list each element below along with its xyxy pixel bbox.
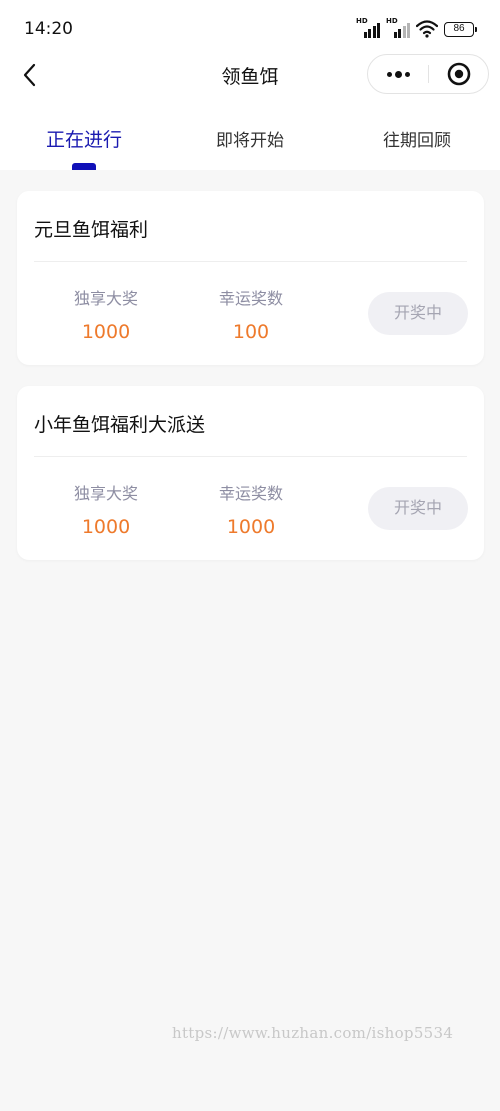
- stat-label: 独享大奖: [73, 289, 138, 308]
- card-divider: [34, 456, 467, 457]
- stat-value: 1000: [226, 516, 276, 538]
- card-title: 小年鱼饵福利大派送: [34, 414, 206, 436]
- status-icons: HD HD 86: [356, 17, 477, 39]
- stat-value: 1000: [81, 516, 131, 538]
- status-time: 14:20: [24, 19, 73, 39]
- grand-prize-stat: 独享大奖 1000: [46, 285, 166, 343]
- stat-label: 幸运奖数: [218, 289, 283, 308]
- drawing-status-button[interactable]: 开奖中: [368, 292, 468, 335]
- stat-value: 100: [232, 321, 270, 343]
- prize-card[interactable]: 元旦鱼饵福利 独享大奖 1000 幸运奖数 100 开奖中: [17, 191, 484, 365]
- lucky-prize-stat: 幸运奖数 100: [191, 285, 311, 343]
- tab-ongoing[interactable]: 正在进行: [1, 125, 167, 152]
- cellular-signal-icon: HD: [356, 17, 380, 38]
- stat-label: 独享大奖: [73, 484, 138, 503]
- header-area: 14:20 HD HD 86 领鱼饵 正在进行 即将开始 往期回顾: [0, 0, 500, 170]
- tab-upcoming[interactable]: 即将开始: [167, 126, 333, 151]
- tab-active-indicator: [72, 163, 96, 170]
- card-title: 元旦鱼饵福利: [34, 219, 149, 241]
- lucky-prize-stat: 幸运奖数 1000: [191, 480, 311, 538]
- watermark-text: https://www.huzhan.com/ishop5534: [172, 1024, 454, 1042]
- tab-past[interactable]: 往期回顾: [334, 126, 500, 151]
- cellular-signal-icon: HD: [386, 17, 410, 38]
- mini-program-capsule: [367, 54, 489, 94]
- tab-bar: 正在进行 即将开始 往期回顾: [0, 110, 500, 170]
- more-dots-icon[interactable]: [368, 55, 428, 93]
- nav-bar: 领鱼饵: [0, 50, 500, 100]
- card-divider: [34, 261, 467, 262]
- stat-value: 1000: [81, 321, 131, 343]
- stat-label: 幸运奖数: [218, 484, 283, 503]
- drawing-status-button[interactable]: 开奖中: [368, 487, 468, 530]
- status-bar: 14:20 HD HD 86: [0, 0, 500, 56]
- battery-indicator: 86: [444, 21, 477, 37]
- prize-card[interactable]: 小年鱼饵福利大派送 独享大奖 1000 幸运奖数 1000 开奖中: [17, 386, 484, 560]
- wifi-icon: [416, 20, 438, 38]
- grand-prize-stat: 独享大奖 1000: [46, 480, 166, 538]
- target-circle-icon[interactable]: [429, 55, 489, 93]
